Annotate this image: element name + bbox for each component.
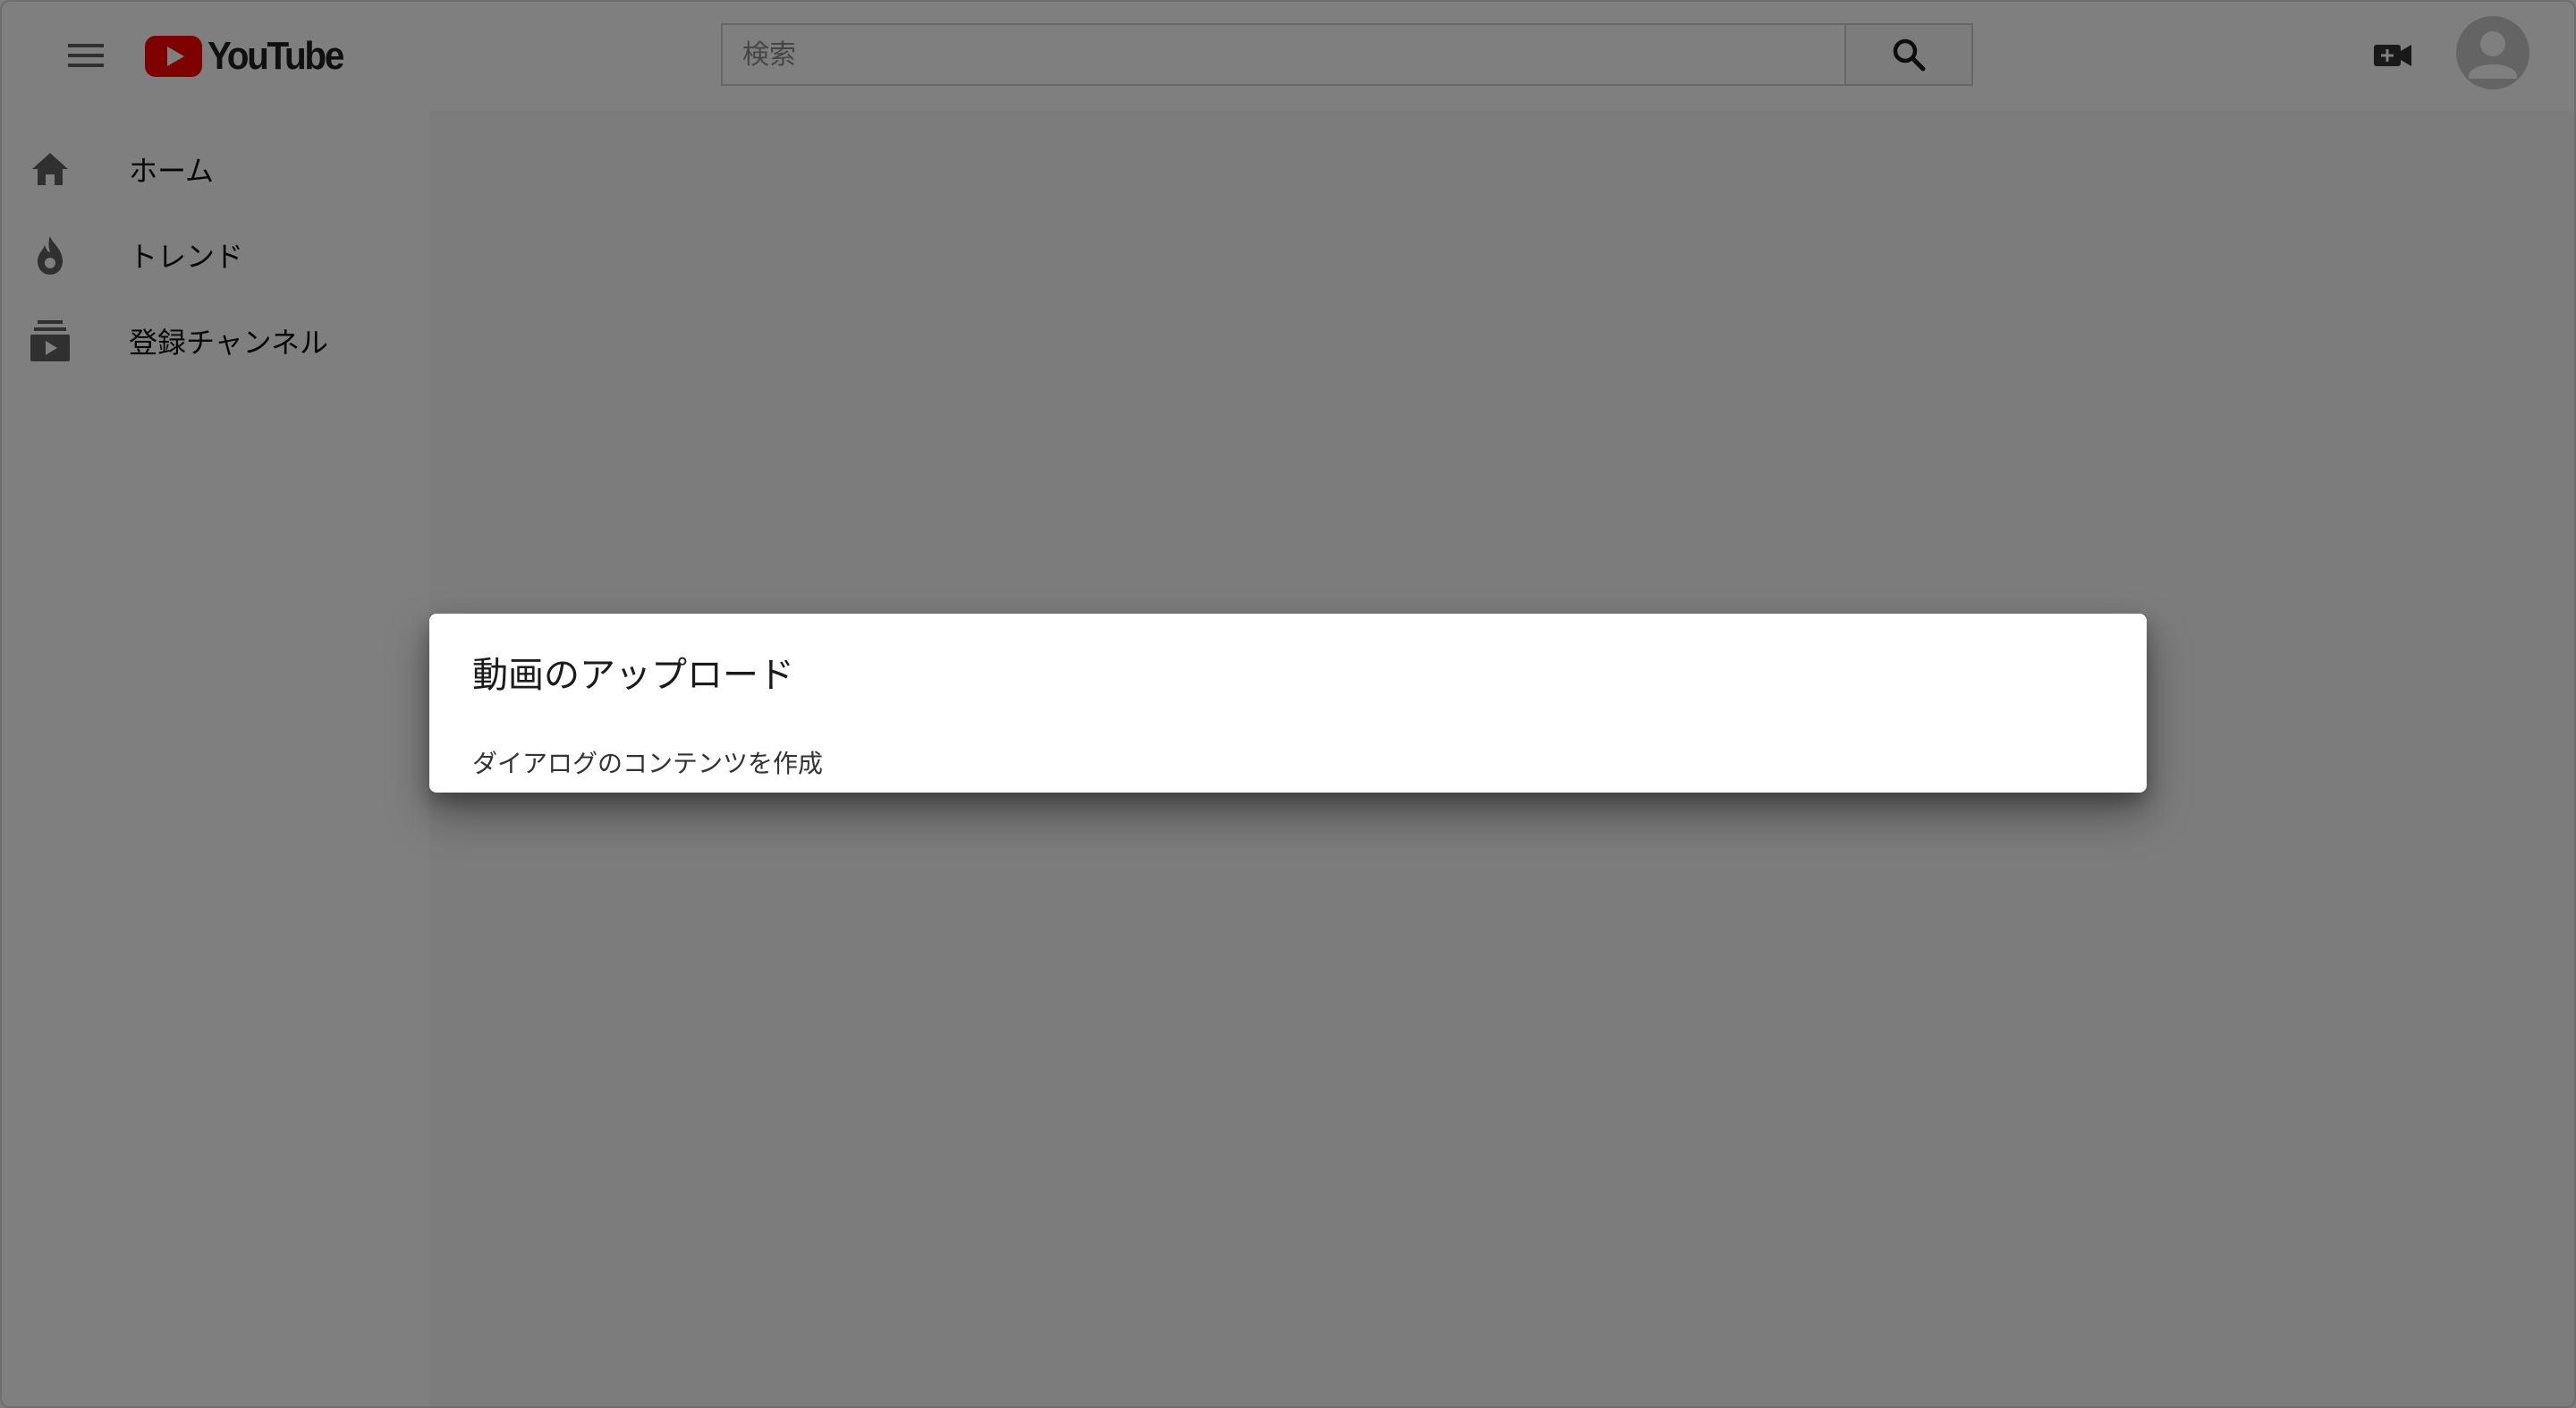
upload-dialog: 動画のアップロード ダイアログのコンテンツを作成 bbox=[429, 614, 2147, 793]
dialog-content: ダイアログのコンテンツを作成 bbox=[472, 749, 824, 778]
youtube-app: YouTube bbox=[0, 0, 2576, 1408]
dialog-title: 動画のアップロード bbox=[472, 655, 794, 696]
